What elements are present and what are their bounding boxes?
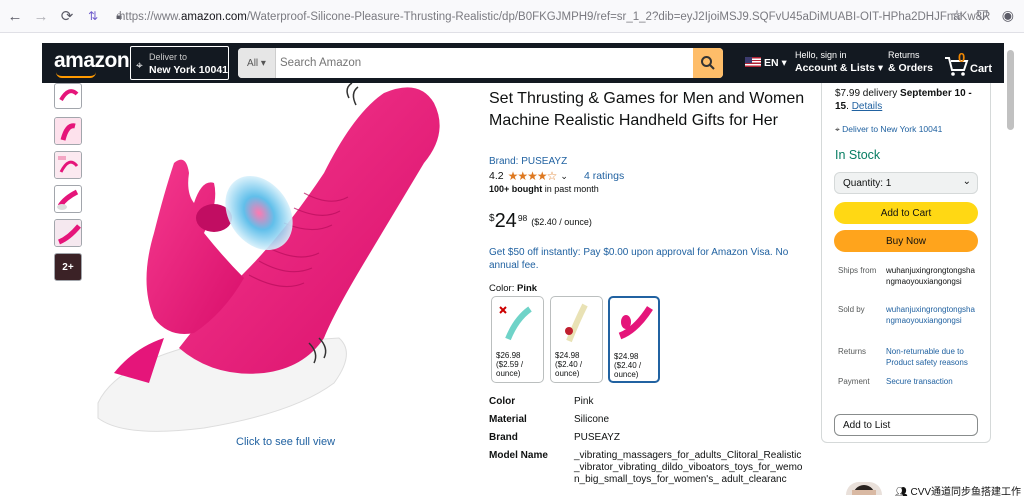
returns-policy-link[interactable]: Non-returnable due to Product safety rea… [886,346,978,368]
location-pin-icon: ⌖ [136,58,143,72]
url-path: /Waterproof-Silicone-Pleasure-Thrusting-… [246,10,991,23]
deliver-to-button[interactable]: ⌖ Deliver to New York 10041 [130,46,229,80]
swatch-3-price: $24.98 ($2.40 / ounce) [614,352,642,379]
url-bar[interactable]: https://www. amazon.com/Waterproof-Silico… [119,5,991,28]
browser-toolbar: ← → ⟳ ⇅ 🔒︎ https://www. amazon.com/Waterp… [0,0,1024,33]
swatch-2-price: $24.98 ($2.40 / ounce) [555,351,583,378]
add-to-list-button[interactable]: Add to List [834,414,978,436]
thumbnail-4[interactable] [54,185,82,213]
color-swatch-3-selected[interactable]: $24.98 ($2.40 / ounce) [608,296,660,383]
search-category-dropdown[interactable]: All ▾ [238,48,276,78]
quantity-select[interactable]: Quantity: 1 ⌄ [834,172,978,194]
ships-from-label: Ships from [838,266,877,275]
buy-box [821,83,991,443]
price-fraction: 98 [517,213,528,223]
location-pin-icon: ⌖ [835,124,840,134]
click-full-view-link[interactable]: Click to see full view [236,436,335,448]
language-label: EN [764,57,779,69]
cart-label: Cart [970,63,993,75]
url-host: amazon.com [181,10,247,23]
deliver-to-label: Deliver to [149,52,188,62]
chevron-down-icon: ⌄ [962,176,971,187]
us-flag-icon [745,57,761,67]
shield-icon[interactable]: ⛉ [977,7,988,24]
spec-key: Material [489,414,527,425]
spec-value: PUSEAYZ [574,432,620,443]
delivery-details-link[interactable]: Details [852,101,883,112]
main-product-image[interactable] [94,83,470,435]
more-images-thumbnail[interactable]: 2+ [54,253,82,281]
search-category-label: All [247,57,259,69]
chat-notification-text: CVV通道同步鱼搭建工作 [910,487,1022,498]
site-info-icon[interactable]: ⇅ [82,5,104,27]
rating-value: 4.2 [489,170,504,182]
stock-status: In Stock [835,148,881,162]
url-prefix: https://www. [119,10,181,23]
cart-count: 0 [958,50,966,65]
color-swatch-1[interactable]: $26.98 ($2.59 / ounce) [491,296,544,383]
chevron-down-icon[interactable]: ⌄ [560,171,568,182]
spec-key: Brand [489,432,518,443]
search-bar: All ▾ [238,48,723,78]
sold-by-label: Sold by [838,305,865,314]
ratings-count-link[interactable]: 4 ratings [584,170,624,182]
account-greeting: Hello, sign in [795,50,847,60]
price-whole: 24 [494,210,517,232]
deliver-to-location: New York 10041 [149,64,228,76]
color-label: Color: Pink [489,283,538,294]
product-title: Set Thrusting & Games for Men and Women … [489,90,805,129]
search-input[interactable] [280,54,680,72]
bookmark-star-icon[interactable]: ☆ [951,7,964,24]
thumbnail-5[interactable] [54,219,82,247]
spec-value: Silicone [574,414,610,425]
chat-notification[interactable]: 👥︎ CVV通道同步鱼搭建工作 [895,483,1021,498]
color-swatch-2[interactable]: $24.98 ($2.40 / ounce) [550,296,603,383]
thumbnail-1[interactable] [54,83,82,109]
search-button[interactable] [693,48,723,78]
price: $ 24 98 ($2.40 / ounce) [489,211,592,231]
language-selector[interactable]: EN ▾ [745,57,787,69]
ships-from-value: wuhanjuxingrongtongshangmaoyouxiangongsi [886,266,975,286]
spec-value: Pink [574,396,594,407]
spec-value: _vibrating_massagers_for_adults_Clitoral… [574,450,803,485]
thumbnail-2[interactable] [54,117,82,145]
avatar [846,482,882,495]
page-scrollbar[interactable] [1007,50,1014,130]
cart-icon [945,57,969,76]
spec-key: Color [489,396,516,407]
swatch-1-price: $26.98 ($2.59 / ounce) [496,351,524,378]
forward-icon[interactable]: → [30,5,52,27]
payment-label: Payment [838,377,870,386]
search-icon [701,56,715,70]
orders-label: & Orders [888,62,933,74]
add-to-cart-button[interactable]: Add to Cart [834,202,978,224]
account-lists-label: Account & Lists ▾ [795,62,884,74]
seller-link[interactable]: wuhanjuxingrongtongshangmaoyouxiangongsi [886,304,978,326]
bought-in-past-month: 100+ bought in past month [489,184,599,194]
spec-key: Model Name [489,450,548,461]
delivery-info: $7.99 delivery September 10 - 15. Detail… [835,88,972,112]
amazon-logo-smile [56,72,96,78]
account-lists-menu[interactable]: Hello, sign in Account & Lists ▾ [795,50,883,74]
secure-transaction-link[interactable]: Secure transaction [886,376,978,387]
users-icon: 👥︎ [895,487,908,498]
back-icon[interactable]: ← [4,5,26,27]
brand-link[interactable]: Brand: PUSEAYZ [489,156,567,167]
price-per-unit: ($2.40 / ounce) [531,217,592,227]
star-rating-icon[interactable]: ★★★★☆ [508,169,558,183]
deliver-to-link[interactable]: ⌖ Deliver to New York 10041 [835,124,942,135]
extensions-icon[interactable]: ◉ [1002,7,1014,24]
buy-now-button[interactable]: Buy Now [834,230,978,252]
returns-orders-link[interactable]: Returns & Orders [888,50,933,74]
reload-icon[interactable]: ⟳ [56,5,78,27]
returns-policy-label: Returns [838,347,867,356]
cart-button[interactable]: 0 Cart [944,50,999,78]
thumbnail-3[interactable] [54,151,82,179]
amazon-header: amazon ⌖ Deliver to New York 10041 All ▾… [42,43,1004,83]
rating-row: 4.2 ★★★★☆ ⌄ 4 ratings [489,169,624,183]
amazon-logo[interactable]: amazon [54,49,130,73]
returns-label: Returns [888,50,920,60]
visa-offer-link[interactable]: Get $50 off instantly: Pay $0.00 upon ap… [489,246,799,272]
